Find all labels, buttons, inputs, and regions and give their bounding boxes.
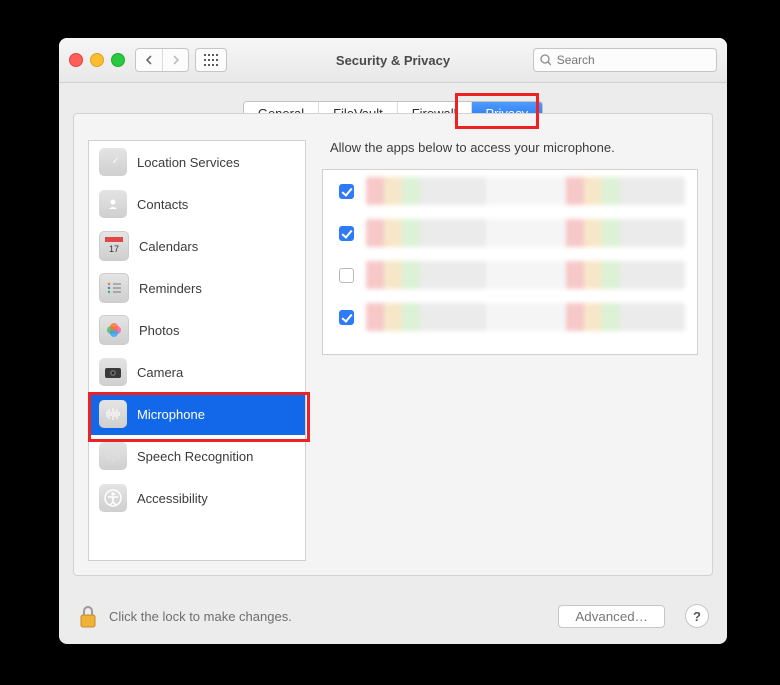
privacy-sidebar: Location Services Contacts 17 Calendars …	[88, 140, 306, 561]
app-list	[322, 169, 698, 355]
preferences-window: Security & Privacy General FileVault Fir…	[59, 38, 727, 644]
help-button[interactable]: ?	[685, 604, 709, 628]
show-all-button[interactable]	[195, 48, 227, 72]
advanced-button[interactable]: Advanced…	[558, 605, 665, 628]
sidebar-item-label: Accessibility	[137, 491, 208, 506]
sidebar-item-label: Location Services	[137, 155, 240, 170]
app-name-redacted	[366, 219, 685, 247]
app-name-redacted	[366, 303, 685, 331]
search-icon	[540, 54, 551, 66]
nav-buttons	[135, 48, 189, 72]
location-icon	[99, 148, 127, 176]
reminders-icon	[99, 273, 129, 303]
search-input[interactable]	[555, 52, 710, 68]
minimize-window-button[interactable]	[90, 53, 104, 67]
sidebar-item-contacts[interactable]: Contacts	[89, 183, 305, 225]
sidebar-item-reminders[interactable]: Reminders	[89, 267, 305, 309]
back-button[interactable]	[136, 49, 162, 71]
content-panel: Location Services Contacts 17 Calendars …	[73, 113, 713, 576]
sidebar-item-calendars[interactable]: 17 Calendars	[89, 225, 305, 267]
sidebar-item-microphone[interactable]: Microphone	[89, 393, 305, 435]
window-controls	[69, 53, 125, 67]
sidebar-item-label: Reminders	[139, 281, 202, 296]
sidebar-item-accessibility[interactable]: Accessibility	[89, 477, 305, 519]
app-name-redacted	[366, 177, 685, 205]
microphone-icon	[99, 400, 127, 428]
lock-icon[interactable]	[77, 603, 99, 629]
app-name-redacted	[366, 261, 685, 289]
camera-icon	[99, 358, 127, 386]
detail-hint: Allow the apps below to access your micr…	[330, 140, 690, 155]
app-row	[323, 212, 697, 254]
titlebar: Security & Privacy	[59, 38, 727, 83]
app-row	[323, 296, 697, 338]
app-checkbox[interactable]	[339, 226, 354, 241]
contacts-icon	[99, 190, 127, 218]
sidebar-item-speech-recognition[interactable]: Speech Recognition	[89, 435, 305, 477]
app-checkbox[interactable]	[339, 310, 354, 325]
photos-icon	[99, 315, 129, 345]
sidebar-item-label: Contacts	[137, 197, 188, 212]
svg-text:17: 17	[109, 244, 119, 254]
sidebar-item-label: Calendars	[139, 239, 198, 254]
detail-panel: Allow the apps below to access your micr…	[322, 140, 698, 561]
sidebar-item-label: Speech Recognition	[137, 449, 253, 464]
sidebar-item-location-services[interactable]: Location Services	[89, 141, 305, 183]
app-checkbox[interactable]	[339, 184, 354, 199]
zoom-window-button[interactable]	[111, 53, 125, 67]
chevron-left-icon	[145, 55, 153, 65]
sidebar-item-label: Photos	[139, 323, 179, 338]
app-row	[323, 254, 697, 296]
sidebar-item-photos[interactable]: Photos	[89, 309, 305, 351]
grid-icon	[204, 54, 218, 66]
sidebar-item-camera[interactable]: Camera	[89, 351, 305, 393]
chevron-right-icon	[172, 55, 180, 65]
sidebar-item-label: Microphone	[137, 407, 205, 422]
search-field[interactable]	[533, 48, 717, 72]
app-checkbox[interactable]	[339, 268, 354, 283]
speech-icon	[99, 442, 127, 470]
forward-button[interactable]	[162, 49, 188, 71]
sidebar-item-label: Camera	[137, 365, 183, 380]
calendar-icon: 17	[99, 231, 129, 261]
footer: Click the lock to make changes. Advanced…	[59, 588, 727, 644]
lock-text: Click the lock to make changes.	[109, 609, 292, 624]
close-window-button[interactable]	[69, 53, 83, 67]
app-row	[323, 170, 697, 212]
accessibility-icon	[99, 484, 127, 512]
